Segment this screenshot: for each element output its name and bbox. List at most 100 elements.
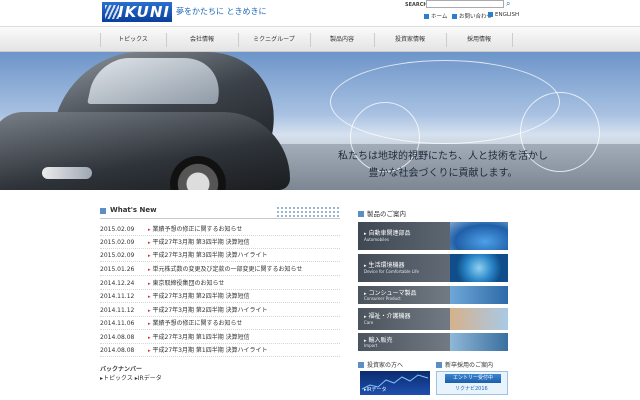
hero-copy-line2: 豊かな社会づくりに貢献します。 xyxy=(368,168,518,179)
tagline: 夢をかたちに ときめきに xyxy=(176,7,267,16)
nav-divider xyxy=(512,33,513,47)
news-item[interactable]: 2014.08.08 平成27年3月期 第1四半期 決算短信 xyxy=(100,331,340,344)
section-bullet-icon xyxy=(436,362,442,368)
news-item[interactable]: 2015.01.26 単元株式数の変更及び定款の一部変更に関するお知らせ xyxy=(100,263,340,276)
news-date: 2014.11.12 xyxy=(100,293,135,300)
ir-header: 投資家の方へ xyxy=(358,360,403,369)
news-item[interactable]: 2014.08.08 平成27年3月期 第1四半期 決算ハイライト xyxy=(100,344,340,357)
site-header: IKUNI 夢をかたちに ときめきに SEARCH ⌕ ホーム お問い合わせ E… xyxy=(0,0,640,26)
news-link[interactable]: 業績予想の修正に関するお知らせ xyxy=(148,317,243,331)
news-date: 2015.02.09 xyxy=(100,239,135,246)
care-image xyxy=(450,308,508,330)
utility-link-label: ENGLISH xyxy=(495,12,520,18)
utility-link-english[interactable]: ENGLISH xyxy=(488,12,519,18)
product-label: 生活環境機器 xyxy=(364,260,405,269)
news-link[interactable]: 単元株式数の変更及び定款の一部変更に関するお知らせ xyxy=(148,263,303,277)
news-link[interactable]: 平成27年3月期 第1四半期 決算短信 xyxy=(148,331,250,345)
recruit-banner[interactable]: エントリー受付中 リクナビ2016 xyxy=(436,371,508,395)
company-logo[interactable]: IKUNI xyxy=(102,2,172,22)
section-bullet-icon xyxy=(358,362,364,368)
entry-button[interactable]: エントリー受付中 xyxy=(445,374,501,383)
globe-image xyxy=(450,254,508,282)
news-item[interactable]: 2015.02.09 平成27年3月期 第3四半期 決算短信 xyxy=(100,236,340,249)
products-title: 製品のご案内 xyxy=(367,210,406,218)
news-date: 2014.08.08 xyxy=(100,347,135,354)
hero-banner: 私たちは地球的視野にたち、人と技術を活かし 豊かな社会づくりに貢献します。 xyxy=(0,52,640,190)
news-date: 2014.08.08 xyxy=(100,334,135,341)
news-item[interactable]: 2014.11.12 平成27年3月期 第2四半期 決算短信 xyxy=(100,290,340,303)
recruit-header: 新卒採用のご案内 xyxy=(436,360,493,369)
news-item[interactable]: 2015.02.09 平成27年3月期 第3四半期 決算ハイライト xyxy=(100,249,340,262)
news-link[interactable]: 平成27年3月期 第3四半期 決算ハイライト xyxy=(148,249,268,263)
products-header: 製品のご案内 xyxy=(358,208,406,218)
nav-item-products[interactable]: 製品内容 xyxy=(310,27,374,53)
bullet-icon xyxy=(452,14,457,19)
news-date: 2015.02.09 xyxy=(100,226,135,233)
search-label: SEARCH xyxy=(405,2,428,8)
backnumber-links[interactable]: ▸トピックス ▸IRデータ xyxy=(100,373,162,382)
product-sub: Automobiles xyxy=(364,237,389,242)
nav-item-investors[interactable]: 投資家情報 xyxy=(374,27,446,53)
section-bullet-icon xyxy=(358,211,364,217)
ir-banner-label: ▸IRデータ xyxy=(364,387,387,393)
news-title: What's New xyxy=(110,206,157,214)
news-link[interactable]: 平成27年3月期 第2四半期 決算ハイライト xyxy=(148,304,268,318)
product-sub: Device for Comfortable Life xyxy=(364,269,419,274)
news-link[interactable]: 平成27年3月期 第3四半期 決算短信 xyxy=(148,236,250,250)
logo-text: IKUNI xyxy=(118,3,170,21)
news-date: 2014.11.06 xyxy=(100,320,135,327)
nav-item-group[interactable]: ミクニグループ xyxy=(238,27,310,53)
import-image xyxy=(450,333,508,351)
hero-copy-line1: 私たちは地球的視野にたち、人と技術を活かし xyxy=(338,151,548,162)
product-care[interactable]: 福祉・介護機器 Care xyxy=(358,308,508,330)
nav-item-recruit[interactable]: 採用情報 xyxy=(446,27,512,53)
recruit-year: リクナビ2016 xyxy=(455,386,488,392)
product-sub: Import xyxy=(364,343,378,348)
news-date: 2015.02.09 xyxy=(100,252,135,259)
nav-item-topics[interactable]: トピックス xyxy=(100,27,166,53)
search-input[interactable] xyxy=(426,0,504,8)
section-bullet-icon xyxy=(100,208,106,214)
product-label: 自動車関連部品 xyxy=(364,228,411,237)
car-window xyxy=(87,58,227,104)
global-nav: トピックス 会社情報 ミクニグループ 製品内容 投資家情報 採用情報 xyxy=(0,26,640,52)
product-automobiles[interactable]: 自動車関連部品 Automobiles xyxy=(358,222,508,250)
car-headlight xyxy=(42,167,92,179)
product-sub: Care xyxy=(364,320,374,325)
nav-item-company[interactable]: 会社情報 xyxy=(166,27,238,53)
ir-data-banner[interactable]: ▸IRデータ xyxy=(360,371,430,395)
news-item[interactable]: 2014.11.06 業績予想の修正に関するお知らせ xyxy=(100,317,340,330)
news-link[interactable]: 平成27年3月期 第1四半期 決算ハイライト xyxy=(148,344,268,358)
news-link[interactable]: 平成27年3月期 第2四半期 決算短信 xyxy=(148,290,250,304)
news-date: 2014.12.24 xyxy=(100,280,135,287)
backnumber-title: バックナンバー xyxy=(100,366,143,373)
bullet-icon xyxy=(424,14,429,19)
bullet-icon xyxy=(488,12,493,17)
search-icon[interactable]: ⌕ xyxy=(506,0,516,9)
product-import[interactable]: 輸入販売 Import xyxy=(358,333,508,351)
news-date: 2015.01.26 xyxy=(100,266,135,273)
recruit-title: 新卒採用のご案内 xyxy=(445,362,494,369)
ir-title: 投資家の方へ xyxy=(367,362,404,369)
product-consumer[interactable]: コンシューマ製品 Consumer Product xyxy=(358,286,508,304)
hero-copy: 私たちは地球的視野にたち、人と技術を活かし 豊かな社会づくりに貢献します。 xyxy=(338,148,548,182)
news-item[interactable]: 2015.02.09 業績予想の修正に関するお知らせ xyxy=(100,223,340,236)
car-part-image xyxy=(450,222,508,250)
utility-link-contact[interactable]: お問い合わせ xyxy=(452,12,492,20)
news-date: 2014.11.12 xyxy=(100,307,135,314)
product-label: 福祉・介護機器 xyxy=(364,311,411,320)
product-sub: Consumer Product xyxy=(364,296,401,301)
dot-pattern xyxy=(276,206,340,218)
news-header: What's New xyxy=(100,206,340,219)
news-item[interactable]: 2014.12.24 東京取締役集団のお知らせ xyxy=(100,277,340,290)
news-link[interactable]: 東京取締役集団のお知らせ xyxy=(148,277,225,291)
news-item[interactable]: 2014.11.12 平成27年3月期 第2四半期 決算ハイライト xyxy=(100,304,340,317)
consumer-product-image xyxy=(450,286,508,304)
product-life-devices[interactable]: 生活環境機器 Device for Comfortable Life xyxy=(358,254,508,282)
utility-link-label: ホーム xyxy=(431,14,448,20)
car-body xyxy=(0,112,290,190)
logo-mark-icon xyxy=(105,5,119,19)
news-link[interactable]: 業績予想の修正に関するお知らせ xyxy=(148,223,243,237)
utility-link-home[interactable]: ホーム xyxy=(424,12,447,20)
page: IKUNI 夢をかたちに ときめきに SEARCH ⌕ ホーム お問い合わせ E… xyxy=(0,0,640,400)
